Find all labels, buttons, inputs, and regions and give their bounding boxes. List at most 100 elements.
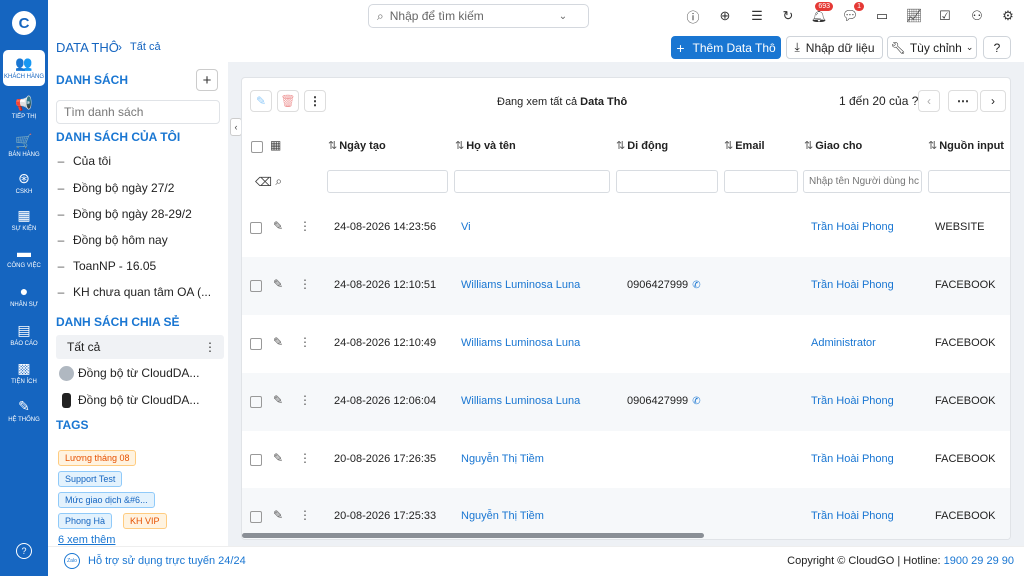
cell-assignee[interactable]: Trần Hoài Phong	[811, 395, 894, 407]
table-row[interactable]: ✎ ⋮ 20-08-2026 17:26:35 Nguyễn Thị Tiềm Trần…	[242, 431, 1010, 489]
my-list-item[interactable]: – Đồng bộ hôm nay	[56, 228, 224, 252]
list-search-input[interactable]	[56, 100, 220, 124]
add-raw-data-button[interactable]: + Thêm Data Thô	[671, 36, 781, 59]
my-list-item[interactable]: – Đồng bộ ngày 28-29/2	[56, 202, 224, 226]
edit-icon[interactable]: ✎	[273, 219, 283, 233]
cell-assignee[interactable]: Trần Hoài Phong	[811, 279, 894, 291]
column-header[interactable]: ⇅ Nguồn input	[928, 139, 1004, 152]
edit-icon[interactable]: ✎	[273, 277, 283, 291]
cell-assignee[interactable]: Administrator	[811, 337, 876, 349]
edit-icon[interactable]: ✎	[273, 393, 283, 407]
list-icon[interactable]: ☰	[749, 8, 765, 24]
nav-report[interactable]: ▤ Báo cáo	[3, 317, 45, 353]
chart-icon[interactable]: 📈︎	[906, 8, 923, 24]
more-tags-link[interactable]: 6 xem thêm	[58, 534, 115, 546]
row-checkbox[interactable]	[250, 222, 262, 234]
next-page-icon[interactable]: ›	[980, 90, 1006, 112]
my-list-item[interactable]: – Của tôi	[56, 149, 224, 173]
cell-assignee[interactable]: Trần Hoài Phong	[811, 510, 894, 522]
tag-chip[interactable]: Support Test	[58, 471, 123, 487]
calendar-icon[interactable]: ▭	[874, 8, 890, 24]
edit-icon[interactable]: ✎	[273, 451, 283, 465]
table-row[interactable]: ✎ ⋮ 24-08-2026 14:23:56 Vi Trần Hoài Phong WE…	[242, 199, 1010, 257]
support-link[interactable]: Hỗ trợ sử dụng trực tuyến 24/24	[88, 555, 246, 567]
filter-name[interactable]	[454, 170, 610, 193]
chat-icon[interactable]: 💬︎ 1	[842, 2, 864, 24]
more-options-icon[interactable]: ⋮	[299, 335, 311, 349]
delete-icon[interactable]: 🗑︎	[277, 90, 299, 112]
more-actions-icon[interactable]: ⋮	[304, 90, 326, 112]
cell-full-name[interactable]: Williams Luminosa Luna	[461, 395, 580, 407]
tag-chip[interactable]: Phong Hà	[58, 513, 113, 529]
tag-chip[interactable]: KH VIP	[123, 513, 167, 529]
cloudgo-logo[interactable]: C	[12, 11, 36, 35]
help-button[interactable]: ?	[983, 36, 1011, 59]
filter-source[interactable]	[928, 170, 1010, 193]
my-list-item[interactable]: – KH chưa quan tâm OA (...	[56, 280, 224, 304]
table-row[interactable]: ✎ ⋮ 24-08-2026 12:10:49 Williams Luminosa L…	[242, 315, 1010, 373]
edit-icon[interactable]: ✎	[273, 508, 283, 522]
global-search-input[interactable]	[389, 9, 555, 23]
cell-full-name[interactable]: Nguyễn Thị Tiềm	[461, 453, 544, 465]
import-data-button[interactable]: ⤓ Nhập dữ liệu	[786, 36, 883, 59]
horizontal-scrollbar[interactable]	[242, 533, 704, 538]
more-options-icon[interactable]: ⋮	[299, 508, 311, 522]
search-icon[interactable]: ⌕	[275, 174, 282, 189]
nav-megaphone[interactable]: 📢 Tiếp thị	[3, 90, 45, 126]
task-check-icon[interactable]: ☑	[937, 8, 953, 24]
zalo-icon[interactable]: Zalo	[64, 553, 80, 569]
more-options-icon[interactable]: ⋮	[299, 277, 311, 291]
phone-icon[interactable]: ✆	[692, 396, 700, 407]
more-options-icon[interactable]: ⋮	[204, 340, 216, 354]
more-options-icon[interactable]: ⋮	[299, 393, 311, 407]
breadcrumb-root[interactable]: DATA THÔ	[56, 40, 119, 55]
nav-wrench[interactable]: ✎ Hệ thống	[3, 393, 45, 429]
shared-list-item[interactable]: Tất cả ⋮	[56, 335, 224, 359]
filter-assignee[interactable]	[803, 170, 922, 193]
nav-cart[interactable]: 🛒 Bán hàng	[3, 128, 45, 164]
my-list-item[interactable]: – Đồng bộ ngày 27/2	[56, 176, 224, 200]
more-options-icon[interactable]: ⋮	[299, 219, 311, 233]
tag-chip[interactable]: Lương tháng 08	[58, 450, 137, 466]
bell-icon[interactable]: 🔔︎ 693	[811, 2, 833, 24]
nav-users[interactable]: 👥 Khách hàng	[3, 50, 45, 86]
cell-full-name[interactable]: Williams Luminosa Luna	[461, 279, 580, 291]
cell-full-name[interactable]: Williams Luminosa Luna	[461, 337, 580, 349]
table-row[interactable]: ✎ ⋮ 24-08-2026 12:10:51 Williams Luminosa L…	[242, 257, 1010, 315]
cell-full-name[interactable]: Vi	[461, 221, 471, 233]
cell-assignee[interactable]: Trần Hoài Phong	[811, 453, 894, 465]
eraser-icon[interactable]: ⌫	[255, 175, 272, 189]
add-list-button[interactable]: +	[196, 69, 218, 91]
more-options-icon[interactable]: ⋮	[299, 451, 311, 465]
shared-list-item[interactable]: Đồng bộ từ CloudDA...	[56, 361, 224, 385]
add-circle-icon[interactable]: ⊕	[717, 8, 733, 24]
nav-briefcase[interactable]: ▬ Công việc	[3, 239, 45, 275]
chevron-down-icon[interactable]: ⌄	[559, 11, 567, 22]
row-checkbox[interactable]	[250, 511, 262, 523]
shared-list-item[interactable]: Đồng bộ từ CloudDA...	[56, 388, 224, 412]
column-header[interactable]: ⇅ Họ và tên	[455, 139, 516, 152]
column-settings-icon[interactable]: ▦	[270, 138, 281, 152]
row-checkbox[interactable]	[250, 338, 262, 350]
edit-icon[interactable]: ✎	[250, 90, 272, 112]
row-checkbox[interactable]	[250, 396, 262, 408]
nav-lifebuoy[interactable]: ⊛ CSKH	[3, 165, 45, 201]
nav-puzzle[interactable]: ▩ Tiện ích	[3, 355, 45, 391]
my-list-item[interactable]: – ToanNP - 16.05	[56, 254, 224, 278]
nav-person[interactable]: ● Nhân sự	[3, 278, 45, 314]
hotline-number[interactable]: 1900 29 29 90	[944, 555, 1014, 567]
info-icon[interactable]: ⓘ	[685, 8, 701, 25]
prev-page-icon[interactable]: ‹	[918, 90, 940, 112]
phone-icon[interactable]: ✆	[692, 280, 700, 291]
column-header[interactable]: ⇅ Di động	[616, 139, 668, 152]
cell-full-name[interactable]: Nguyễn Thị Tiềm	[461, 510, 544, 522]
tag-chip[interactable]: Mức giao dịch &#6...	[58, 492, 155, 508]
nav-calendar[interactable]: ▦ Sự kiện	[3, 202, 45, 238]
select-all-checkbox[interactable]	[251, 141, 263, 153]
column-header[interactable]: ⇅ Giao cho	[804, 139, 862, 152]
pagination-more-icon[interactable]: ⋯	[948, 90, 978, 112]
filter-email[interactable]	[724, 170, 798, 193]
customize-button[interactable]: 🔧︎ Tùy chỉnh ⌄	[887, 36, 977, 59]
filter-date[interactable]	[327, 170, 448, 193]
column-header[interactable]: ⇅ Email	[724, 139, 765, 152]
